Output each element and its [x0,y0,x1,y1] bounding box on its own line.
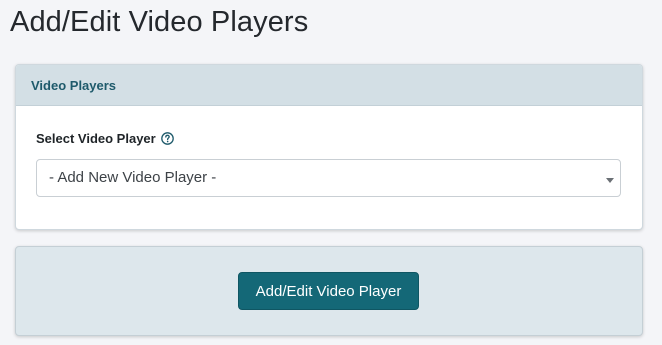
add-edit-video-player-button[interactable]: Add/Edit Video Player [238,272,419,310]
video-players-panel: Video Players Select Video Player - Add … [15,64,643,230]
field-label-row: Select Video Player [36,129,622,147]
question-circle-icon[interactable] [160,131,174,145]
action-panel: Add/Edit Video Player [15,246,643,336]
select-video-player-label: Select Video Player [36,130,156,146]
panel-header: Video Players [16,65,642,106]
question-circle-icon-glyph [160,131,174,145]
caret-down-icon [606,178,614,183]
page-title: Add/Edit Video Players [10,6,309,38]
panel-body: Select Video Player - Add New Video Play… [16,106,642,197]
video-player-select[interactable]: - Add New Video Player - [36,159,621,197]
panel-header-title: Video Players [31,77,117,93]
select-selected-value: - Add New Video Player - [49,169,217,186]
